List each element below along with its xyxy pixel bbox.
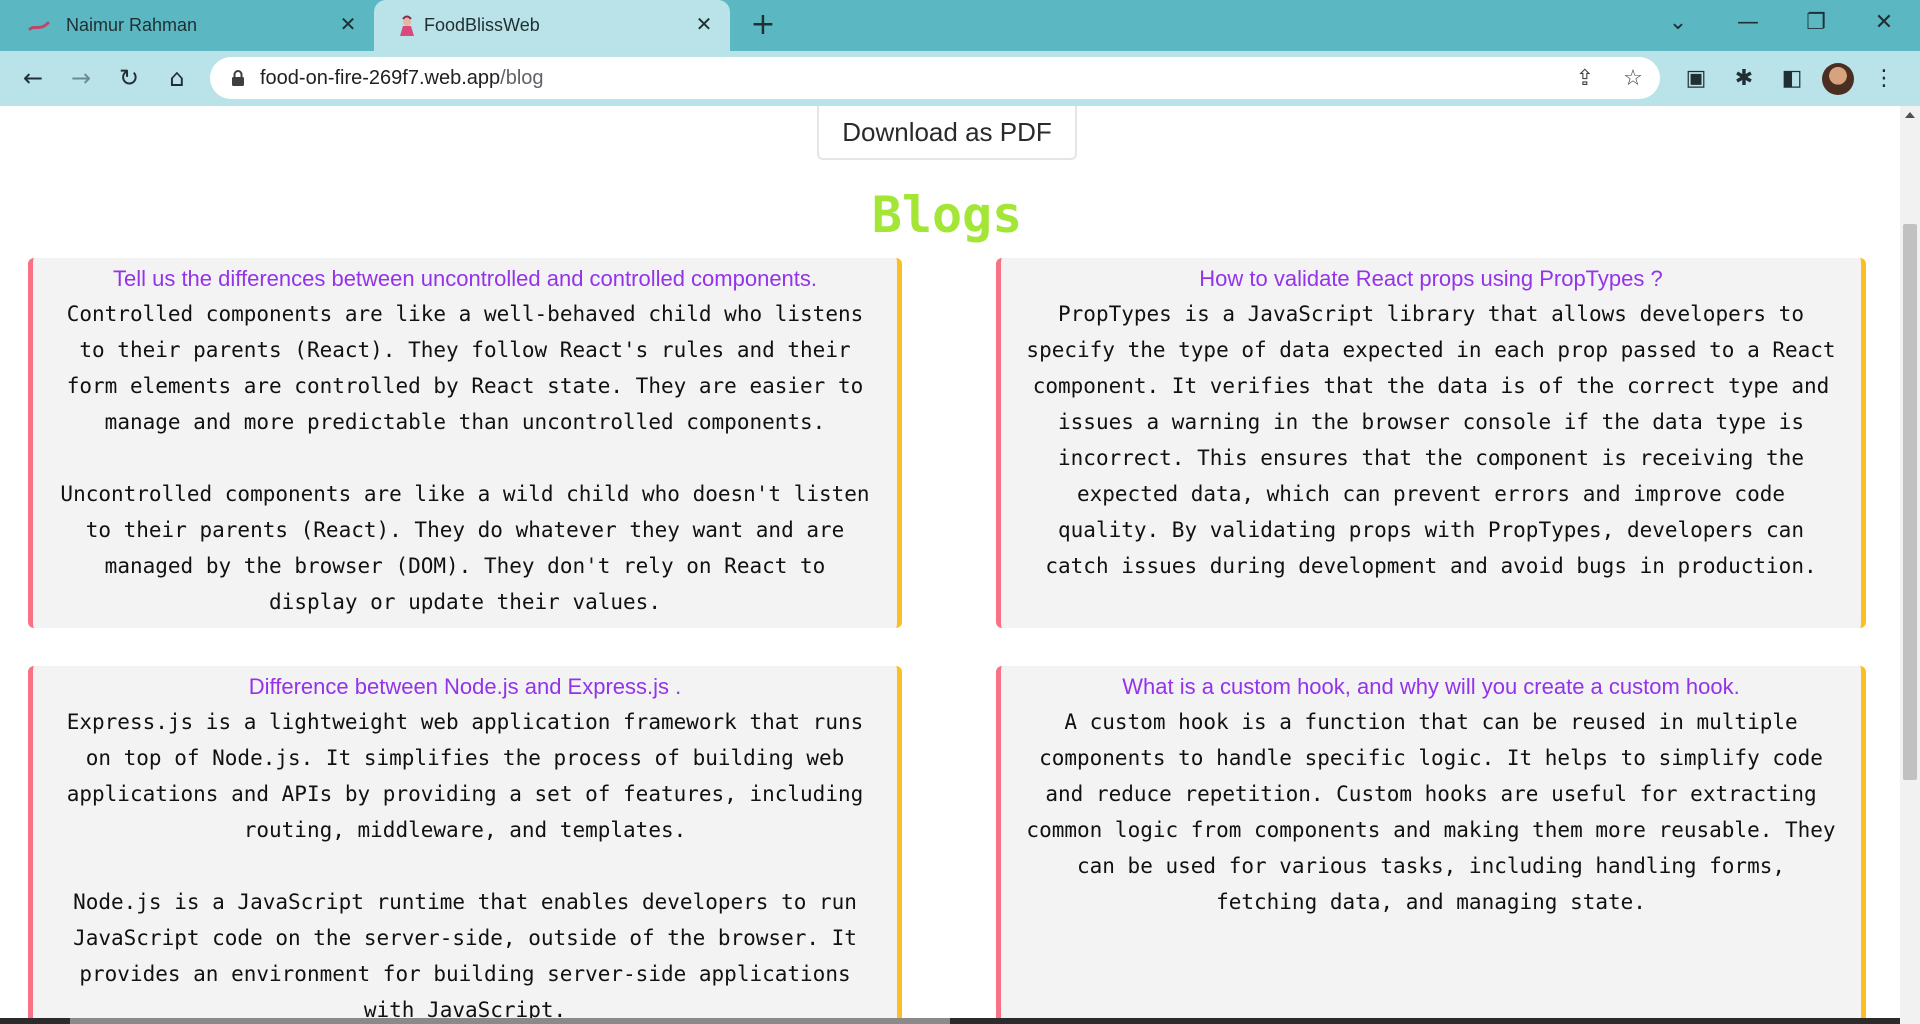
blog-question: Tell us the differences between uncontro… [112, 266, 818, 291]
blog-card: Tell us the differences between uncontro… [28, 258, 902, 628]
extensions-puzzle-icon[interactable]: ✱ [1730, 65, 1758, 93]
url-path: /blog [500, 67, 544, 89]
home-icon[interactable]: ⌂ [162, 63, 192, 93]
side-panel-icon[interactable]: ◧ [1778, 65, 1806, 93]
picture-in-picture-icon[interactable]: ▣ [1682, 65, 1710, 93]
minimize-icon[interactable]: — [1728, 8, 1768, 38]
tab-strip: Naimur Rahman ✕ FoodBlissWeb ✕ + ⌄ — ❐ ✕ [0, 0, 1920, 51]
close-window-icon[interactable]: ✕ [1864, 8, 1904, 38]
blog-answer: A custom hook is a function that can be … [1026, 710, 1836, 914]
blog-card: How to validate React props using PropTy… [996, 258, 1866, 628]
browser-toolbar: ← → ↻ ⌂ food-on-fire-269f7.web.app/blog … [0, 51, 1920, 106]
page-title: Blogs [871, 186, 1023, 244]
url-text: food-on-fire-269f7.web.app/blog [260, 67, 544, 90]
blog-answer: Controlled components are like a well-be… [60, 302, 870, 614]
forward-arrow-icon[interactable]: → [66, 63, 96, 93]
scroll-up-arrow-icon[interactable] [1905, 112, 1915, 118]
blog-answer: Express.js is a lightweight web applicat… [66, 710, 864, 1022]
scrollbar-thumb[interactable] [1903, 224, 1917, 780]
profile-avatar[interactable] [1822, 63, 1854, 95]
url-host: food-on-fire-269f7.web.app [260, 67, 501, 89]
tab-title: Naimur Rahman [66, 15, 198, 35]
horizontal-scrollbar[interactable] [0, 1018, 1900, 1024]
blog-card: Difference between Node.js and Express.j… [28, 666, 902, 1024]
tab-search-chevron-icon[interactable]: ⌄ [1658, 8, 1698, 38]
new-tab-icon[interactable]: + [748, 10, 778, 40]
blog-card: What is a custom hook, and why will you … [996, 666, 1866, 1024]
close-tab-icon[interactable]: ✕ [336, 12, 360, 36]
blog-question: Difference between Node.js and Express.j… [248, 674, 682, 699]
chef-icon [400, 15, 414, 36]
vertical-scrollbar[interactable] [1900, 106, 1920, 1024]
horizontal-scrollbar-thumb[interactable] [70, 1018, 950, 1024]
reload-icon[interactable]: ↻ [114, 63, 144, 93]
bookmark-star-icon[interactable]: ☆ [1620, 66, 1646, 92]
download-pdf-button[interactable]: Download as PDF [817, 106, 1077, 160]
blog-question: What is a custom hook, and why will you … [1122, 674, 1740, 699]
tab-foodblissweb[interactable]: FoodBlissWeb ✕ [374, 0, 730, 51]
ink-brush-icon [28, 21, 50, 31]
more-menu-icon[interactable]: ⋮ [1870, 65, 1898, 93]
tab-title: FoodBlissWeb [424, 15, 540, 35]
restore-icon[interactable]: ❐ [1796, 8, 1836, 38]
share-icon[interactable]: ⇪ [1572, 66, 1598, 92]
tab-naimur-rahman[interactable]: Naimur Rahman ✕ [0, 0, 372, 51]
lock-icon[interactable] [228, 68, 248, 88]
blog-question: How to validate React props using PropTy… [1199, 266, 1663, 291]
address-bar[interactable]: food-on-fire-269f7.web.app/blog ⇪ ☆ [210, 57, 1660, 99]
page-viewport: Download as PDF Blogs Tell us the differ… [0, 106, 1900, 1024]
back-arrow-icon[interactable]: ← [18, 63, 48, 93]
blog-answer: PropTypes is a JavaScript library that a… [1026, 302, 1836, 578]
close-tab-icon[interactable]: ✕ [692, 12, 716, 36]
